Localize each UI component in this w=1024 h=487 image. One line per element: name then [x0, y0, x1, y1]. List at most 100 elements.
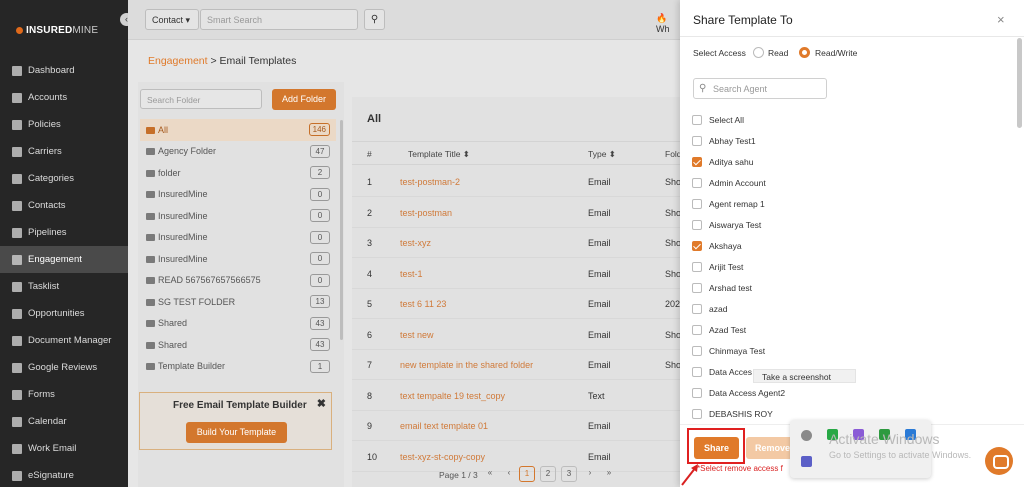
agent-checkbox[interactable]	[692, 114, 702, 125]
agent-checkbox[interactable]	[692, 240, 702, 251]
cloud-icon[interactable]	[801, 430, 812, 441]
col-template-title[interactable]: Template Title ⬍	[408, 149, 470, 160]
sidebar-item-contacts[interactable]: Contacts	[0, 192, 128, 219]
close-icon[interactable]: ×	[997, 12, 1005, 27]
folder-item[interactable]: InsuredMine 0	[140, 184, 336, 206]
readwrite-radio[interactable]	[799, 47, 810, 58]
agent-item[interactable]: Akshaya	[692, 235, 992, 256]
page-1-button[interactable]: 1	[519, 466, 535, 482]
sidebar-item-tasklist[interactable]: Tasklist	[0, 273, 128, 300]
agent-item[interactable]: Abhay Test1	[692, 130, 992, 151]
sidebar-item-pipelines[interactable]: Pipelines	[0, 219, 128, 246]
first-page-button[interactable]: «	[482, 466, 498, 482]
folder-item[interactable]: Shared 43	[140, 334, 336, 356]
folder-item[interactable]: InsuredMine 0	[140, 248, 336, 270]
cell-title[interactable]: test-postman-2	[400, 177, 460, 187]
folder-item[interactable]: SG TEST FOLDER 13	[140, 291, 336, 313]
chat-icon[interactable]	[985, 447, 1013, 475]
agent-checkbox[interactable]	[692, 135, 702, 146]
breadcrumb-engagement[interactable]: Engagement	[148, 55, 208, 67]
agent-checkbox[interactable]	[692, 198, 702, 209]
snip-notification[interactable]	[790, 420, 931, 478]
sidebar-item-work-email[interactable]: Work Email	[0, 435, 128, 462]
agent-item[interactable]: Arijit Test	[692, 256, 992, 277]
folder-item[interactable]: READ 567567657566575 0	[140, 270, 336, 292]
table-row[interactable]: 1 test-postman-2 Email Sho	[352, 167, 681, 197]
agent-checkbox[interactable]	[692, 366, 702, 377]
agent-item[interactable]: Select All	[692, 109, 992, 130]
readwrite-radio-label[interactable]: Read/Write	[815, 48, 857, 58]
sidebar-item-accounts[interactable]: Accounts	[0, 84, 128, 111]
table-row[interactable]: 8 text tempalte 19 test_copy Text	[352, 381, 680, 411]
modal-scrollbar[interactable]	[1017, 38, 1022, 128]
agent-checkbox[interactable]	[692, 345, 702, 356]
agent-item[interactable]: Data Access Agent2	[692, 382, 992, 403]
teams-icon[interactable]	[801, 456, 812, 467]
read-radio[interactable]	[753, 47, 764, 58]
agent-item[interactable]: Agent remap 1	[692, 193, 992, 214]
agent-item[interactable]: Arshad test	[692, 277, 992, 298]
agent-item[interactable]: Azad Test	[692, 319, 992, 340]
folder-scrollbar[interactable]	[340, 120, 343, 340]
sidebar-item-engagement[interactable]: Engagement	[0, 246, 128, 273]
agent-checkbox[interactable]	[692, 156, 702, 167]
cell-title[interactable]: new template in the shared folder	[400, 360, 533, 370]
agent-item[interactable]: azad	[692, 298, 992, 319]
agent-item[interactable]: Chinmaya Test	[692, 340, 992, 361]
agent-search-input[interactable]: ⚲ Search Agent	[693, 78, 827, 99]
table-row[interactable]: 7 new template in the shared folder Email S…	[352, 350, 681, 380]
folder-item[interactable]: folder 2	[140, 162, 336, 184]
cell-title[interactable]: test-xyz	[400, 238, 431, 248]
folder-item[interactable]: InsuredMine 0	[140, 205, 336, 227]
page-3-button[interactable]: 3	[561, 466, 577, 482]
folder-item[interactable]: Agency Folder 47	[140, 141, 336, 163]
agent-checkbox[interactable]	[692, 387, 702, 398]
next-page-button[interactable]: ›	[582, 466, 598, 482]
agent-checkbox[interactable]	[692, 303, 702, 314]
folder-search-input[interactable]: Search Folder	[140, 89, 262, 109]
table-row[interactable]: 9 email text template 01 Email	[352, 411, 680, 441]
sidebar-item-dashboard[interactable]: Dashboard	[0, 57, 128, 84]
sidebar-item-forms[interactable]: Forms	[0, 381, 128, 408]
sidebar-item-policies[interactable]: Policies	[0, 111, 128, 138]
cell-title[interactable]: email text template 01	[400, 421, 488, 431]
share-button[interactable]: Share	[694, 437, 739, 459]
sidebar-item-calendar[interactable]: Calendar	[0, 408, 128, 435]
table-row[interactable]: 5 test 6 11 23 Email 202	[352, 289, 680, 319]
table-row[interactable]: 6 test new Email Sho	[352, 320, 681, 350]
cell-title[interactable]: test-xyz-st-copy-copy	[400, 452, 485, 462]
sidebar-item-carriers[interactable]: Carriers	[0, 138, 128, 165]
cell-title[interactable]: test-postman	[400, 208, 452, 218]
agent-item[interactable]: Aiswarya Test	[692, 214, 992, 235]
agent-checkbox[interactable]	[692, 408, 702, 419]
table-row[interactable]: 3 test-xyz Email Sho	[352, 228, 681, 258]
agent-checkbox[interactable]	[692, 219, 702, 230]
cell-title[interactable]: test new	[400, 330, 434, 340]
agent-checkbox[interactable]	[692, 282, 702, 293]
cell-title[interactable]: text tempalte 19 test_copy	[400, 391, 505, 401]
sidebar-item-esignature[interactable]: eSignature	[0, 462, 128, 487]
search-icon[interactable]: ⚲	[364, 9, 385, 30]
folder-item[interactable]: All 146	[140, 119, 336, 141]
folder-item[interactable]: InsuredMine 0	[140, 227, 336, 249]
search-type-select[interactable]: Contact ▾	[145, 9, 199, 30]
build-template-button[interactable]: Build Your Template	[186, 422, 287, 443]
last-page-button[interactable]: »	[601, 466, 617, 482]
agent-checkbox[interactable]	[692, 324, 702, 335]
prev-page-button[interactable]: ‹	[501, 466, 517, 482]
folder-item[interactable]: Template Builder 1	[140, 356, 336, 378]
cell-title[interactable]: test 6 11 23	[400, 299, 446, 309]
folder-item[interactable]: Shared 43	[140, 313, 336, 335]
col-type[interactable]: Type ⬍	[588, 149, 616, 160]
page-2-button[interactable]: 2	[540, 466, 556, 482]
add-folder-button[interactable]: Add Folder	[272, 89, 336, 110]
sidebar-item-opportunities[interactable]: Opportunities	[0, 300, 128, 327]
agent-item[interactable]: Admin Account	[692, 172, 992, 193]
sidebar-item-document-manager[interactable]: Document Manager	[0, 327, 128, 354]
agent-checkbox[interactable]	[692, 177, 702, 188]
smart-search-input[interactable]: Smart Search	[200, 9, 358, 30]
table-row[interactable]: 4 test-1 Email Sho	[352, 259, 681, 289]
agent-checkbox[interactable]	[692, 261, 702, 272]
agent-item[interactable]: Aditya sahu	[692, 151, 992, 172]
table-row[interactable]: 2 test-postman Email Sho	[352, 198, 681, 228]
